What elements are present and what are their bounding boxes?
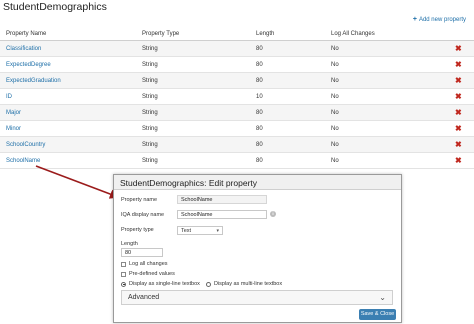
chevron-down-icon: ⌄ bbox=[379, 293, 386, 302]
property-name-label: Property name bbox=[121, 197, 158, 203]
length-input[interactable]: 80 bbox=[121, 248, 163, 257]
header-property-name: Property Name bbox=[6, 31, 47, 37]
table-row: Classification String 80 No ✖ bbox=[0, 41, 474, 57]
property-length: 80 bbox=[256, 46, 263, 52]
iqa-display-name-input[interactable]: SchoolName bbox=[177, 210, 267, 219]
advanced-section-toggle[interactable]: Advanced ⌄ bbox=[121, 290, 393, 305]
multi-line-label: Display as multi-line textbox bbox=[213, 281, 283, 287]
property-name-link[interactable]: SchoolName bbox=[6, 158, 40, 164]
property-type: String bbox=[142, 78, 158, 84]
delete-icon[interactable]: ✖ bbox=[455, 44, 462, 53]
property-type: String bbox=[142, 158, 158, 164]
delete-icon[interactable]: ✖ bbox=[455, 108, 462, 117]
property-type-label: Property type bbox=[121, 227, 154, 233]
log-all-changes-checkbox[interactable]: Log all changes bbox=[121, 261, 168, 267]
chevron-down-icon: ▾ bbox=[216, 228, 219, 234]
header-length: Length bbox=[256, 31, 275, 37]
property-type: String bbox=[142, 46, 158, 52]
add-property-link[interactable]: + Add new property bbox=[413, 16, 466, 23]
advanced-label: Advanced bbox=[128, 294, 160, 301]
property-length: 10 bbox=[256, 94, 263, 100]
property-log: No bbox=[331, 110, 339, 116]
properties-table: Property Name Property Type Length Log A… bbox=[0, 27, 474, 169]
property-name-field: SchoolName bbox=[177, 195, 267, 204]
property-length: 80 bbox=[256, 142, 263, 148]
property-length: 80 bbox=[256, 126, 263, 132]
delete-icon[interactable]: ✖ bbox=[455, 140, 462, 149]
single-line-radio[interactable] bbox=[121, 281, 126, 287]
delete-icon[interactable]: ✖ bbox=[455, 76, 462, 85]
property-type: String bbox=[142, 94, 158, 100]
header-log-all-changes: Log All Changes bbox=[331, 31, 375, 37]
property-log: No bbox=[331, 126, 339, 132]
property-length: 80 bbox=[256, 110, 263, 116]
checkbox-icon bbox=[121, 261, 126, 267]
header-property-type: Property Type bbox=[142, 31, 180, 37]
delete-icon[interactable]: ✖ bbox=[455, 60, 462, 69]
property-name-link[interactable]: SchoolCountry bbox=[6, 142, 45, 148]
property-log: No bbox=[331, 62, 339, 68]
property-name-link[interactable]: ExpectedDegree bbox=[6, 62, 51, 68]
property-length: 80 bbox=[256, 158, 263, 164]
property-name-link[interactable]: Major bbox=[6, 110, 21, 116]
property-type: String bbox=[142, 142, 158, 148]
table-row: SchoolName String 80 No ✖ bbox=[0, 153, 474, 169]
table-row: Minor String 80 No ✖ bbox=[0, 121, 474, 137]
checkbox-icon bbox=[121, 271, 126, 277]
property-name-link[interactable]: Classification bbox=[6, 46, 41, 52]
add-property-label: Add new property bbox=[418, 16, 466, 23]
property-log: No bbox=[331, 158, 339, 164]
property-type: String bbox=[142, 62, 158, 68]
table-row: ID String 10 No ✖ bbox=[0, 89, 474, 105]
property-type-value: Text bbox=[181, 228, 192, 234]
dialog-title: StudentDemographics: Edit property bbox=[114, 175, 401, 190]
edit-property-dialog: StudentDemographics: Edit property Prope… bbox=[113, 174, 402, 323]
iqa-display-name-label: IQA display name bbox=[121, 212, 165, 218]
log-all-changes-label: Log all changes bbox=[129, 261, 168, 267]
info-icon[interactable]: i bbox=[270, 211, 276, 217]
delete-icon[interactable]: ✖ bbox=[455, 92, 462, 101]
property-type-select[interactable]: Text ▾ bbox=[177, 226, 223, 235]
page-title: StudentDemographics bbox=[3, 1, 107, 13]
delete-icon[interactable]: ✖ bbox=[455, 156, 462, 165]
save-close-button[interactable]: Save & Close bbox=[359, 309, 396, 320]
table-header: Property Name Property Type Length Log A… bbox=[0, 27, 474, 41]
table-row: ExpectedDegree String 80 No ✖ bbox=[0, 57, 474, 73]
property-name-link[interactable]: ID bbox=[6, 94, 12, 100]
length-label: Length bbox=[121, 241, 138, 247]
predefined-values-label: Pre-defined values bbox=[129, 271, 175, 277]
property-length: 80 bbox=[256, 62, 263, 68]
property-name-link[interactable]: Minor bbox=[6, 126, 21, 132]
property-log: No bbox=[331, 142, 339, 148]
property-name-link[interactable]: ExpectedGraduation bbox=[6, 78, 61, 84]
property-type: String bbox=[142, 126, 158, 132]
single-line-label: Display as single-line textbox bbox=[129, 281, 200, 287]
property-type: String bbox=[142, 110, 158, 116]
property-log: No bbox=[331, 94, 339, 100]
table-row: SchoolCountry String 80 No ✖ bbox=[0, 137, 474, 153]
property-log: No bbox=[331, 78, 339, 84]
predefined-values-checkbox[interactable]: Pre-defined values bbox=[121, 271, 175, 277]
display-options: Display as single-line textbox Display a… bbox=[121, 281, 282, 287]
plus-icon: + bbox=[412, 16, 417, 23]
table-row: Major String 80 No ✖ bbox=[0, 105, 474, 121]
multi-line-radio[interactable] bbox=[205, 281, 211, 287]
table-row: ExpectedGraduation String 80 No ✖ bbox=[0, 73, 474, 89]
property-log: No bbox=[331, 46, 339, 52]
property-length: 80 bbox=[256, 78, 263, 84]
delete-icon[interactable]: ✖ bbox=[455, 124, 462, 133]
